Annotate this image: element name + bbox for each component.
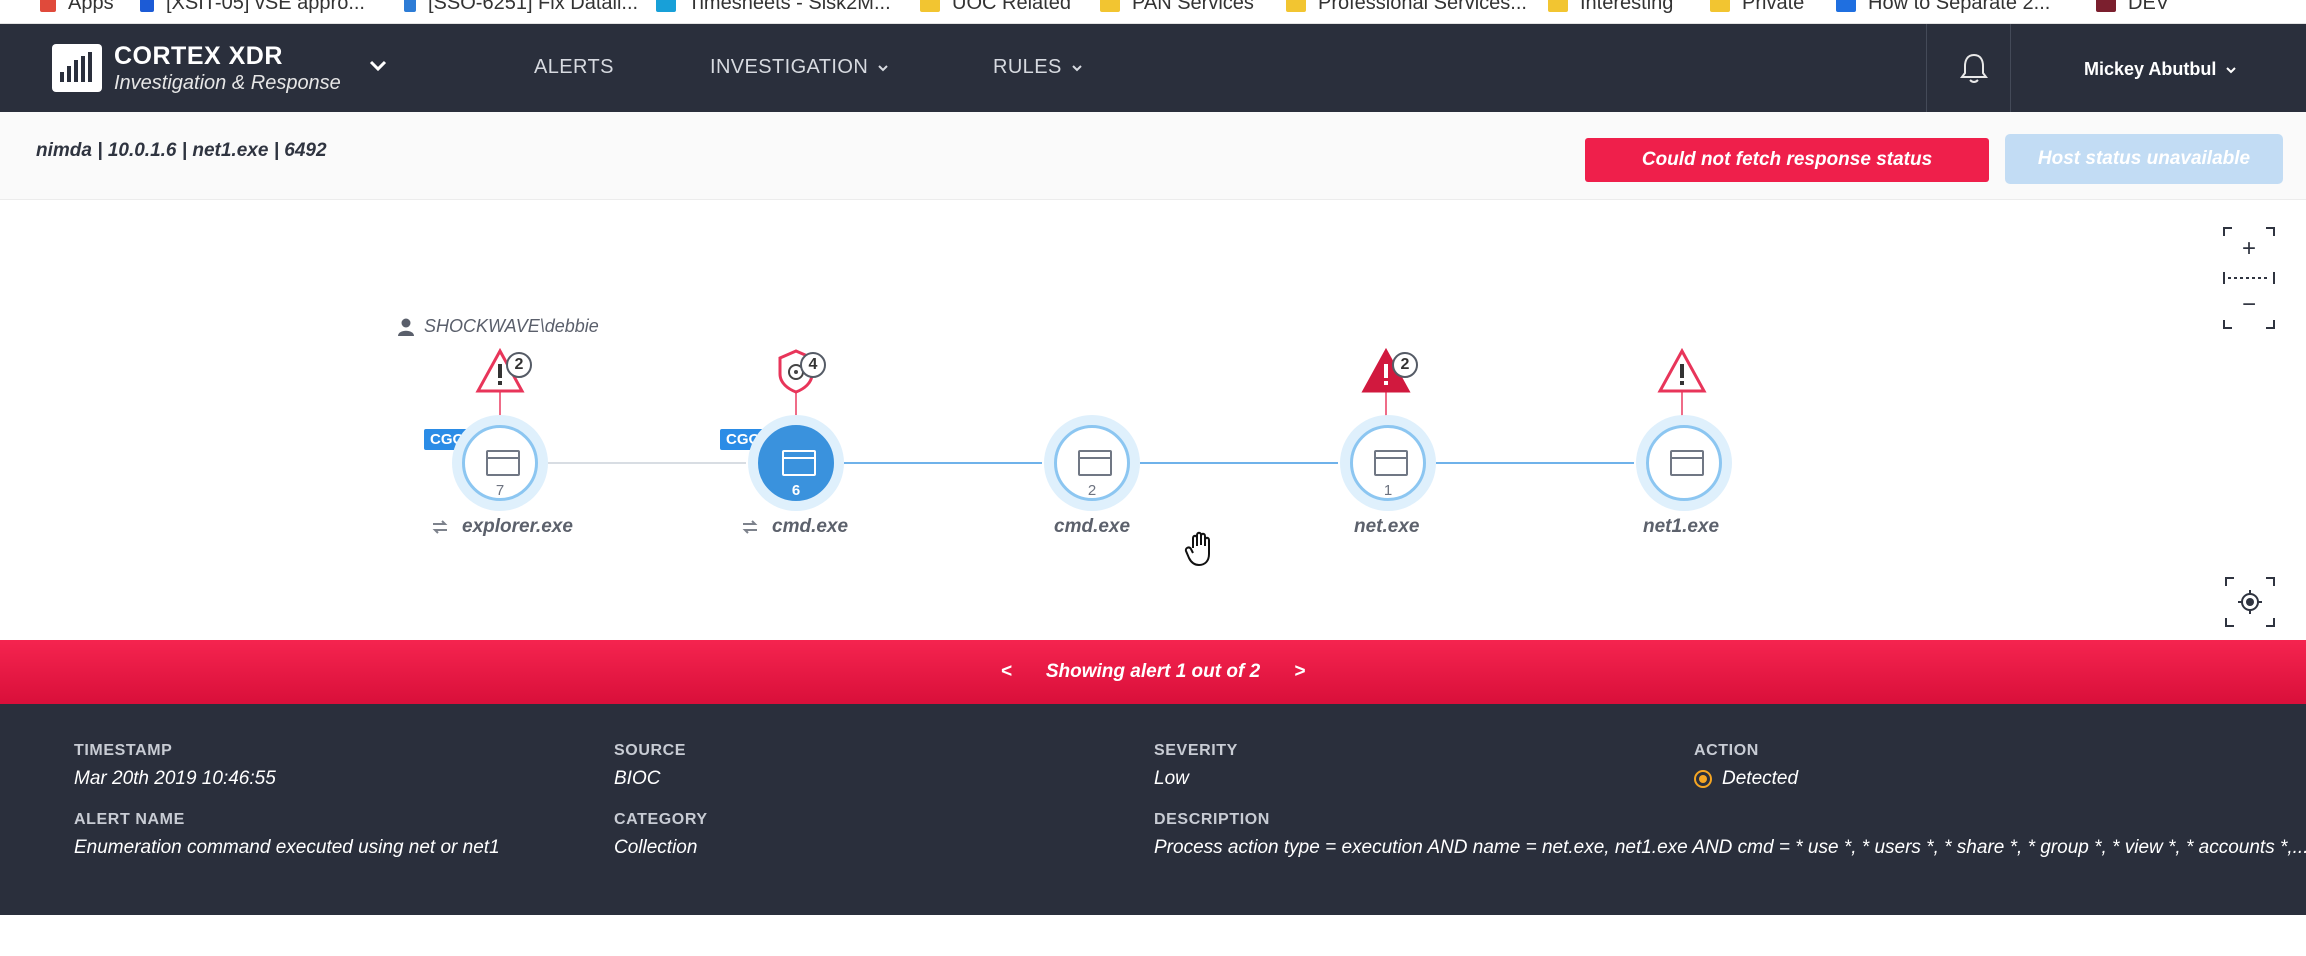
process-node-net[interactable]: 1 <box>1340 415 1436 511</box>
jira-icon <box>140 0 154 12</box>
window-icon <box>1374 450 1408 476</box>
bookmark-timesheets[interactable]: Timesheets - Sisk2M... <box>656 0 891 14</box>
category-field: CATEGORY Collection <box>614 811 708 858</box>
brand-title: CORTEX XDR <box>114 42 283 70</box>
bookmark-uoc[interactable]: UOC Related <box>920 0 1071 14</box>
dev-icon <box>2096 0 2116 12</box>
jira-icon <box>404 0 416 12</box>
header-divider <box>1926 24 1927 112</box>
process-node-explorer[interactable]: 7 <box>452 415 548 511</box>
alert-pager: < Showing alert 1 out of 2 > <box>0 640 2306 704</box>
bookmark-dev[interactable]: DEV <box>2096 0 2169 14</box>
apps-icon <box>40 0 56 12</box>
cortex-logo-icon[interactable] <box>52 44 102 92</box>
bookmark-sso[interactable]: [SSO-6251] Fix Datali... <box>404 0 638 14</box>
graph-edge <box>844 462 1042 464</box>
severity-field: SEVERITY Low <box>1154 742 1238 789</box>
alert-count-badge: 4 <box>800 352 826 378</box>
process-node-cmd[interactable]: 2 <box>1044 415 1140 511</box>
chevron-down-icon <box>1071 64 1082 71</box>
bookmark-how-to[interactable]: How to Separate 2... <box>1836 0 2050 14</box>
process-user: SHOCKWAVE\debbie <box>396 316 599 337</box>
response-status-button[interactable]: Could not fetch response status <box>1585 138 1989 182</box>
zoom-control: + − <box>2222 226 2276 330</box>
nav-investigation[interactable]: INVESTIGATION <box>710 56 890 79</box>
process-node-net1[interactable] <box>1636 415 1732 511</box>
next-alert-button[interactable]: > <box>1280 661 1319 683</box>
app-header: CORTEX XDR Investigation & Response ALER… <box>0 24 2306 112</box>
action-field: ACTION Detected <box>1694 742 1799 789</box>
alert-details-panel: TIMESTAMP Mar 20th 2019 10:46:55 SOURCE … <box>0 704 2306 915</box>
host-status-button[interactable]: Host status unavailable <box>2005 134 2283 184</box>
injection-icon <box>432 520 448 534</box>
nav-rules[interactable]: RULES <box>993 56 1084 79</box>
causality-graph[interactable]: SHOCKWAVE\debbie 2 4 2 CGO CGO 7 6 2 1 e… <box>0 200 2306 640</box>
folder-icon <box>920 0 940 12</box>
graph-edge <box>1140 462 1338 464</box>
graph-edge <box>548 462 746 464</box>
browser-bookmarks-bar: Apps [XSIT-05] vSE appro... [SSO-6251] F… <box>0 0 2306 24</box>
chevron-down-icon[interactable] <box>366 54 390 78</box>
process-name-label: cmd.exe <box>740 516 848 538</box>
bookmark-professional[interactable]: Professional Services... <box>1286 0 1527 14</box>
user-icon <box>398 318 414 336</box>
previous-alert-button[interactable]: < <box>987 661 1026 683</box>
alert-position-text: Showing alert 1 out of 2 <box>1045 661 1261 682</box>
bookmark-pan[interactable]: PAN Services <box>1100 0 1254 14</box>
description-field: DESCRIPTION Process action type = execut… <box>1154 811 2306 858</box>
bookmark-interesting[interactable]: Interesting <box>1548 0 1673 14</box>
alert-count-badge: 2 <box>506 352 532 378</box>
page-footer-space <box>0 915 2306 956</box>
window-icon <box>1078 450 1112 476</box>
zoom-in-button[interactable]: + <box>2222 234 2276 264</box>
breadcrumb: nimda | 10.0.1.6 | net1.exe | 6492 <box>36 140 327 161</box>
nav-alerts[interactable]: ALERTS <box>534 56 614 79</box>
injection-icon <box>742 520 758 534</box>
process-name-label: cmd.exe <box>1054 516 1131 537</box>
folder-icon <box>1710 0 1730 12</box>
zoom-out-button[interactable]: − <box>2222 290 2276 320</box>
source-field: SOURCE BIOC <box>614 742 687 789</box>
timestamp-field: TIMESTAMP Mar 20th 2019 10:46:55 <box>74 742 276 789</box>
window-icon <box>782 450 816 476</box>
folder-icon <box>1100 0 1120 12</box>
process-name-label: net.exe <box>1354 516 1420 537</box>
bookmark-apps[interactable]: Apps <box>40 0 114 14</box>
alert-name-field: ALERT NAME Enumeration command executed … <box>74 811 500 858</box>
chevron-down-icon <box>2226 66 2237 73</box>
folder-icon <box>1548 0 1568 12</box>
folder-icon <box>1286 0 1306 12</box>
chevron-down-icon <box>878 64 888 71</box>
bookmark-private[interactable]: Private <box>1710 0 1804 14</box>
user-menu[interactable]: Mickey Abutbul <box>2084 59 2238 80</box>
detected-status-icon <box>1694 770 1712 788</box>
bookmark-xsit[interactable]: [XSIT-05] vSE appro... <box>140 0 365 14</box>
header-divider <box>2010 24 2011 112</box>
warning-alert-icon[interactable] <box>1657 348 1707 394</box>
timesheets-icon <box>656 0 676 12</box>
process-node-cmd-selected[interactable]: 6 <box>748 415 844 511</box>
hand-cursor-icon <box>1184 531 1210 567</box>
brand-subtitle: Investigation & Response <box>114 72 341 94</box>
window-icon <box>486 450 520 476</box>
puzzle-icon <box>1836 0 1856 12</box>
window-icon <box>1670 450 1704 476</box>
alert-count-badge: 2 <box>1392 352 1418 378</box>
recenter-icon[interactable] <box>2224 576 2276 628</box>
process-name-label: net1.exe <box>1643 516 1720 537</box>
graph-edge <box>1436 462 1634 464</box>
causality-context-bar: nimda | 10.0.1.6 | net1.exe | 6492 Could… <box>0 112 2306 200</box>
notifications-bell-icon[interactable] <box>1956 50 1992 86</box>
process-name-label: explorer.exe <box>430 516 573 538</box>
